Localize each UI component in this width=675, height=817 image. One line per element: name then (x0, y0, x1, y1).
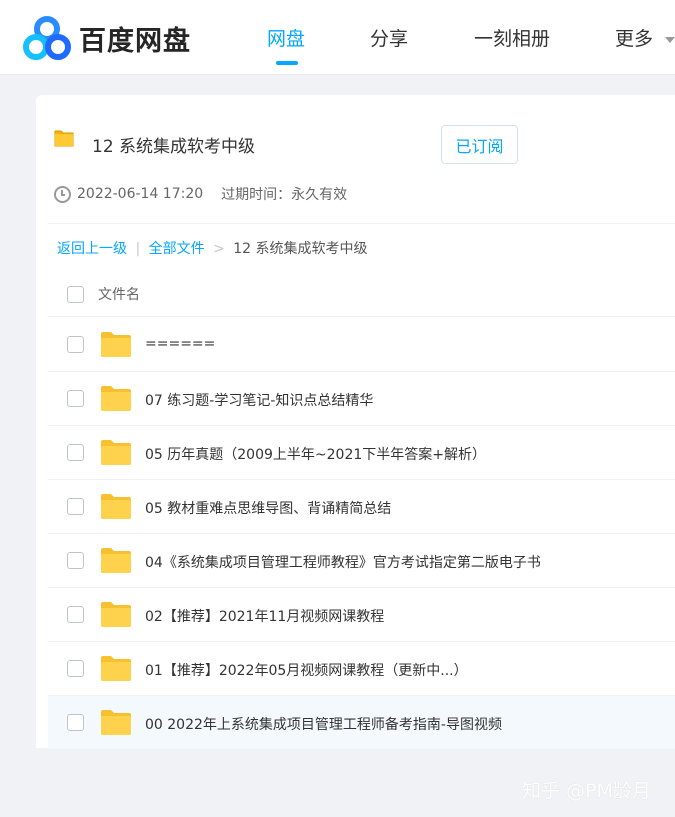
active-tab-indicator (276, 61, 298, 65)
row-checkbox[interactable] (67, 714, 84, 731)
file-name[interactable]: ====== (145, 336, 215, 352)
breadcrumb-current: 12 系统集成软考中级 (233, 241, 368, 257)
row-checkbox[interactable] (67, 660, 84, 677)
folder-icon[interactable] (100, 439, 132, 466)
folder-icon[interactable] (100, 655, 132, 682)
folder-icon[interactable] (100, 331, 132, 358)
file-name[interactable]: 00 2022年上系统集成项目管理工程师备考指南-导图视频 (145, 714, 502, 734)
file-name[interactable]: 02【推荐】2021年11月视频网课教程 (145, 606, 384, 626)
folder-icon[interactable] (100, 601, 132, 628)
select-all-checkbox[interactable] (67, 286, 84, 303)
row-checkbox[interactable] (67, 498, 84, 515)
row-checkbox[interactable] (67, 390, 84, 407)
folder-icon[interactable] (100, 709, 132, 736)
row-checkbox[interactable] (67, 444, 84, 461)
column-header-filename[interactable]: 文件名 (98, 284, 140, 304)
row-checkbox[interactable] (67, 552, 84, 569)
subscribed-button[interactable]: 已订阅 (441, 125, 518, 164)
breadcrumb-arrow: > (213, 241, 225, 257)
folder-icon[interactable] (100, 493, 132, 520)
breadcrumb-all-files-link[interactable]: 全部文件 (149, 241, 205, 257)
folder-icon[interactable] (100, 385, 132, 412)
folder-icon (54, 130, 74, 147)
file-row[interactable]: 00 2022年上系统集成项目管理工程师备考指南-导图视频 (48, 696, 675, 750)
nav-tab-netdisk[interactable]: 网盘 (267, 24, 305, 51)
app-name: 百度网盘 (79, 25, 191, 57)
file-name[interactable]: 04《系统集成项目管理工程师教程》官方考试指定第二版电子书 (145, 552, 541, 572)
breadcrumb-back-link[interactable]: 返回上一级 (57, 241, 127, 257)
file-row[interactable]: 01【推荐】2022年05月视频网课教程（更新中...） (48, 642, 675, 696)
file-name[interactable]: 05 教材重难点思维导图、背诵精简总结 (145, 498, 391, 518)
divider (48, 223, 675, 224)
file-name[interactable]: 05 历年真题（2009上半年~2021下半年答案+解析） (145, 444, 486, 464)
row-checkbox[interactable] (67, 336, 84, 353)
top-header: 百度网盘 网盘 分享 一刻相册 更多 (0, 0, 675, 75)
breadcrumb: 返回上一级 | 全部文件 > 12 系统集成软考中级 (57, 238, 368, 258)
row-checkbox[interactable] (67, 606, 84, 623)
file-row[interactable]: 05 教材重难点思维导图、背诵精简总结 (48, 480, 675, 534)
file-row[interactable]: 04《系统集成项目管理工程师教程》官方考试指定第二版电子书 (48, 534, 675, 588)
chevron-down-icon[interactable] (665, 37, 675, 43)
share-panel: 12 系统集成软考中级 已订阅 2022-06-14 17:20 过期时间：永久… (36, 95, 675, 750)
share-title: 12 系统集成软考中级 (92, 137, 256, 157)
share-date: 2022-06-14 17:20 (77, 186, 204, 202)
share-expiry: 过期时间：永久有效 (221, 187, 348, 203)
breadcrumb-separator: | (135, 241, 141, 257)
share-meta: 2022-06-14 17:20 过期时间：永久有效 (54, 184, 347, 204)
nav-tab-album[interactable]: 一刻相册 (474, 24, 550, 51)
file-name[interactable]: 07 练习题-学习笔记-知识点总结精华 (145, 390, 373, 410)
file-row[interactable]: 02【推荐】2021年11月视频网课教程 (48, 588, 675, 642)
baidu-netdisk-logo-icon (23, 16, 71, 60)
file-row[interactable]: ====== (48, 318, 675, 372)
app-logo[interactable]: 百度网盘 (23, 16, 191, 60)
nav-tab-share[interactable]: 分享 (370, 24, 408, 51)
file-row[interactable]: 07 练习题-学习笔记-知识点总结精华 (48, 372, 675, 426)
clock-icon (54, 185, 71, 203)
nav-tab-more[interactable]: 更多 (615, 24, 653, 51)
file-name[interactable]: 01【推荐】2022年05月视频网课教程（更新中...） (145, 660, 468, 680)
folder-icon[interactable] (100, 547, 132, 574)
file-list-header: 文件名 (48, 271, 675, 317)
watermark: 知乎 @PM龄月 (522, 780, 651, 802)
file-row[interactable]: 05 历年真题（2009上半年~2021下半年答案+解析） (48, 426, 675, 480)
